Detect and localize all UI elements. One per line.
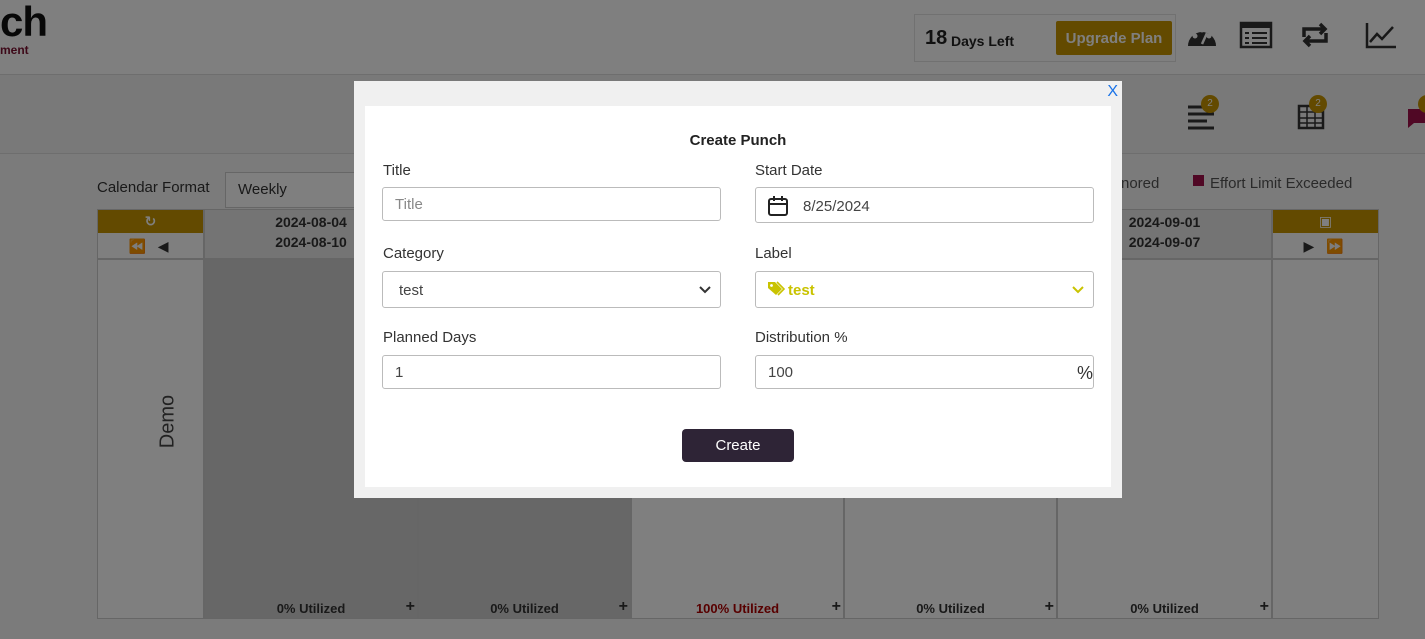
start-date-field[interactable]: 8/25/2024 [755, 187, 1094, 223]
title-label: Title [383, 162, 411, 179]
label-select[interactable]: test [755, 271, 1094, 308]
planned-days-label: Planned Days [383, 329, 477, 346]
chevron-down-icon [1072, 286, 1084, 294]
planned-days-input[interactable] [382, 355, 721, 389]
modal-body: Create Punch Title Start Date 8/25/2024 … [365, 106, 1111, 487]
label-field-label: Label [755, 245, 792, 262]
start-date-value: 8/25/2024 [803, 198, 870, 215]
chevron-down-icon [699, 286, 711, 294]
category-select[interactable]: test [382, 271, 721, 308]
close-button[interactable]: X [1107, 83, 1118, 101]
modal-title: Create Punch [689, 132, 787, 149]
label-value: test [788, 282, 815, 299]
start-date-label: Start Date [755, 162, 823, 179]
distribution-label: Distribution % [755, 329, 848, 346]
create-punch-modal: X Create Punch Title Start Date 8/25/202… [354, 81, 1122, 498]
percent-symbol: % [1076, 363, 1093, 383]
create-button[interactable]: Create [682, 429, 794, 462]
calendar-icon[interactable] [767, 195, 789, 217]
distribution-input[interactable] [755, 355, 1094, 389]
tags-icon [768, 281, 785, 296]
title-input[interactable] [382, 187, 721, 221]
category-label: Category [383, 245, 444, 262]
category-value: test [399, 282, 424, 299]
